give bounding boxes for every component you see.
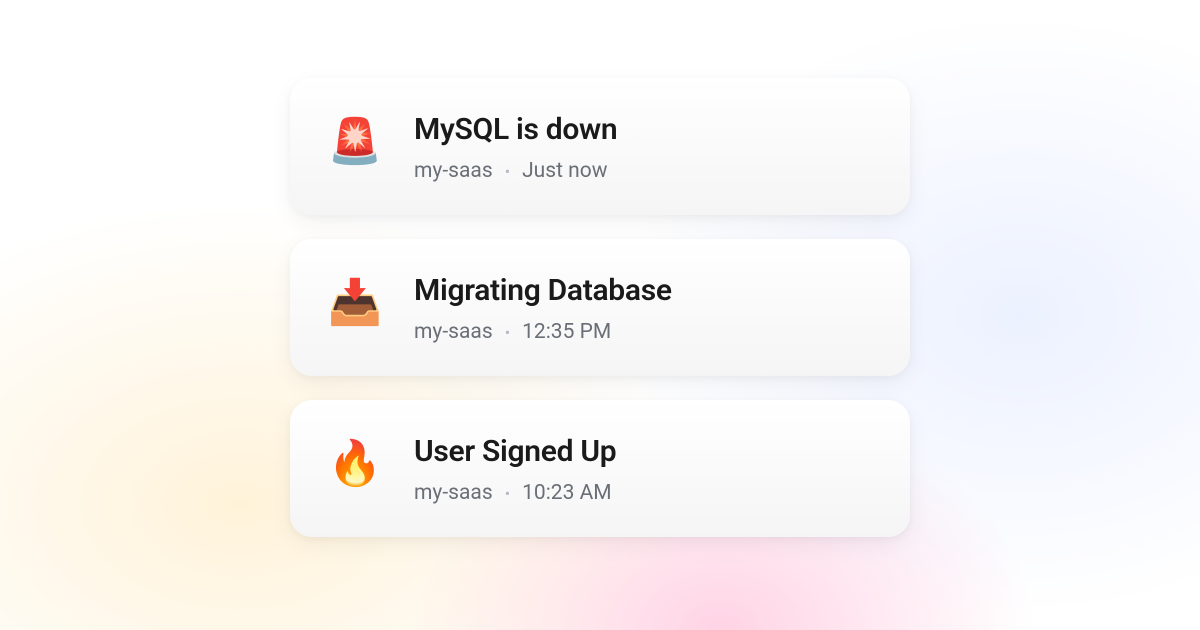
notification-time: 10:23 AM bbox=[522, 481, 612, 505]
notification-project: my-saas bbox=[414, 481, 493, 505]
separator-dot: • bbox=[505, 162, 510, 181]
notification-body: MySQL is down my-saas • Just now bbox=[414, 112, 870, 183]
siren-icon: 🚨 bbox=[330, 116, 380, 166]
notification-card[interactable]: 📥 Migrating Database my-saas • 12:35 PM bbox=[290, 239, 910, 376]
separator-dot: • bbox=[505, 323, 510, 342]
notification-card[interactable]: 🔥 User Signed Up my-saas • 10:23 AM bbox=[290, 400, 910, 537]
notification-title: MySQL is down bbox=[414, 112, 870, 147]
notification-meta: my-saas • Just now bbox=[414, 159, 870, 183]
notification-project: my-saas bbox=[414, 320, 493, 344]
notification-card[interactable]: 🚨 MySQL is down my-saas • Just now bbox=[290, 78, 910, 215]
notification-title: Migrating Database bbox=[414, 273, 870, 308]
notification-title: User Signed Up bbox=[414, 434, 870, 469]
inbox-download-icon: 📥 bbox=[330, 277, 380, 327]
notification-time: Just now bbox=[522, 159, 607, 183]
notification-body: User Signed Up my-saas • 10:23 AM bbox=[414, 434, 870, 505]
fire-icon: 🔥 bbox=[330, 438, 380, 488]
notification-time: 12:35 PM bbox=[522, 320, 611, 344]
separator-dot: • bbox=[505, 484, 510, 503]
notification-body: Migrating Database my-saas • 12:35 PM bbox=[414, 273, 870, 344]
notification-meta: my-saas • 10:23 AM bbox=[414, 481, 870, 505]
notification-meta: my-saas • 12:35 PM bbox=[414, 320, 870, 344]
notification-project: my-saas bbox=[414, 159, 493, 183]
notification-list: 🚨 MySQL is down my-saas • Just now 📥 Mig… bbox=[290, 78, 910, 630]
